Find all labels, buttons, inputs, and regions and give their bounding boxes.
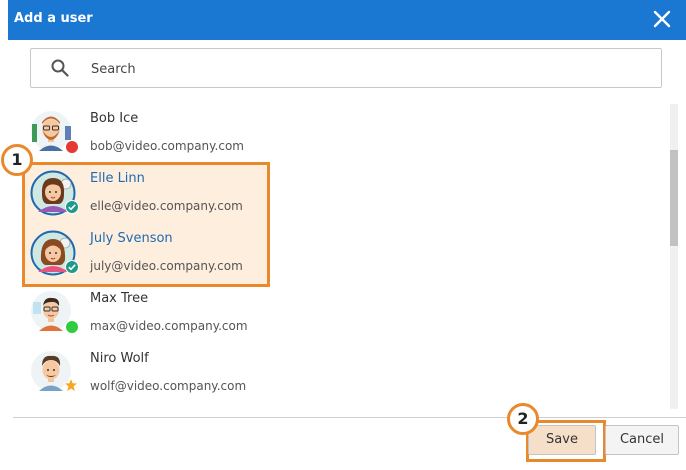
user-name: Elle Linn bbox=[90, 171, 145, 186]
user-item-elle-linn[interactable]: Elle Linn elle@video.company.com bbox=[8, 160, 658, 220]
close-icon[interactable] bbox=[652, 9, 672, 29]
user-email: wolf@video.company.com bbox=[90, 379, 247, 393]
busy-status-icon bbox=[65, 140, 79, 154]
scroll-thumb[interactable] bbox=[670, 150, 678, 246]
search-icon bbox=[51, 59, 69, 77]
save-button[interactable]: Save bbox=[528, 425, 596, 455]
step-marker-1: 1 bbox=[1, 144, 33, 176]
user-email: max@video.company.com bbox=[90, 319, 248, 333]
user-name: Niro Wolf bbox=[90, 351, 149, 366]
user-list: Bob Ice bob@video.company.com Elle Linn … bbox=[8, 100, 686, 410]
footer-divider bbox=[13, 417, 686, 418]
check-status-icon bbox=[65, 200, 79, 214]
step-marker-2: 2 bbox=[507, 403, 539, 435]
scrollbar[interactable] bbox=[670, 104, 678, 409]
search-field[interactable] bbox=[30, 48, 662, 88]
online-status-icon bbox=[65, 320, 79, 334]
check-status-icon bbox=[65, 260, 79, 274]
user-item-bob-ice[interactable]: Bob Ice bob@video.company.com bbox=[8, 100, 658, 160]
user-name: July Svenson bbox=[90, 231, 173, 246]
star-status-icon bbox=[63, 377, 79, 393]
dialog-header: Add a user bbox=[8, 0, 686, 40]
user-email: elle@video.company.com bbox=[90, 199, 243, 213]
user-email: bob@video.company.com bbox=[90, 139, 244, 153]
user-item-max-tree[interactable]: Max Tree max@video.company.com bbox=[8, 280, 658, 340]
add-user-dialog: Add a user Search Bob Ice bob@video.comp… bbox=[1, 0, 686, 470]
search-input[interactable] bbox=[89, 55, 633, 83]
cancel-button[interactable]: Cancel bbox=[605, 425, 679, 455]
user-name: Bob Ice bbox=[90, 111, 139, 126]
user-item-niro-wolf[interactable]: Niro Wolf wolf@video.company.com bbox=[8, 340, 658, 400]
user-name: Max Tree bbox=[90, 291, 149, 306]
user-email: july@video.company.com bbox=[90, 259, 243, 273]
dialog-title: Add a user bbox=[14, 11, 93, 26]
user-item-july-svenson[interactable]: July Svenson july@video.company.com bbox=[8, 220, 658, 280]
